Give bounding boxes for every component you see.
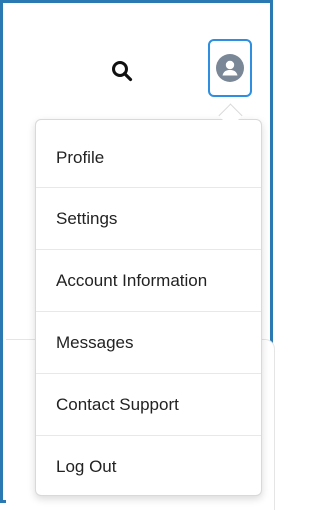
search-icon <box>112 61 133 82</box>
menu-item-account-information[interactable]: Account Information <box>36 250 261 312</box>
app-frame: Profile Settings Account Information Mes… <box>0 0 275 510</box>
search-button[interactable] <box>109 58 135 84</box>
menu-item-contact-support[interactable]: Contact Support <box>36 374 261 436</box>
menu-item-label: Account Information <box>56 270 208 290</box>
user-menu-dropdown: Profile Settings Account Information Mes… <box>35 119 262 496</box>
menu-item-label: Log Out <box>56 457 117 476</box>
menu-item-label: Settings <box>56 208 118 228</box>
menu-item-label: Contact Support <box>56 394 179 414</box>
avatar <box>216 54 244 82</box>
menu-item-label: Messages <box>56 332 134 352</box>
menu-item-label: Profile <box>56 147 105 167</box>
menu-item-messages[interactable]: Messages <box>36 312 261 374</box>
menu-item-profile[interactable]: Profile <box>36 120 261 188</box>
user-menu-list: Profile Settings Account Information Mes… <box>36 120 261 498</box>
avatar-button[interactable] <box>208 39 252 97</box>
menu-item-log-out[interactable]: Log Out <box>36 436 261 498</box>
menu-item-settings[interactable]: Settings <box>36 188 261 250</box>
user-avatar-icon <box>222 60 238 76</box>
